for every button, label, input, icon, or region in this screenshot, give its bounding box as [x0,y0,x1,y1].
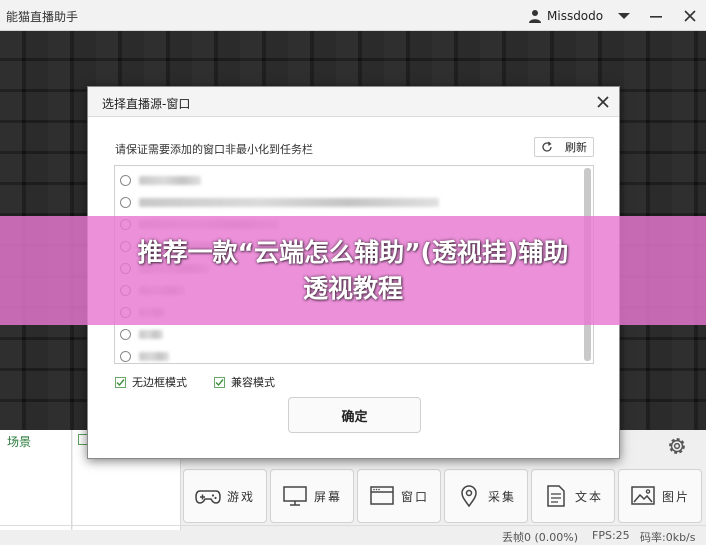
username: Missdodo [547,9,604,23]
blurred-window-title [139,351,169,361]
status-bar: 丢帧0 (0.00%) FPS:25 码率:0kb/s [0,525,706,545]
list-item[interactable] [120,194,439,210]
blurred-window-title [139,175,201,185]
gamepad-icon [195,490,221,504]
text-doc-icon [547,485,565,507]
source-button-image[interactable]: 图片 [618,469,702,523]
source-button-label: 屏幕 [313,489,342,504]
blurred-window-title [139,197,439,207]
blurred-window-title [139,329,163,339]
refresh-label: 刷新 [565,141,587,154]
monitor-icon [283,486,307,506]
title-bar: 能猫直播助手 Missdodo [0,0,706,31]
compat-label: 兼容模式 [231,376,275,389]
check-icon [116,378,125,386]
list-item[interactable] [120,326,163,342]
source-button-screen[interactable]: 屏幕 [270,469,354,523]
banner-line-2: 透视教程 [302,273,403,303]
source-button-label: 图片 [661,489,690,504]
bitrate-readout: 码率:0kb/s [640,531,696,544]
confirm-button[interactable]: 确定 [288,397,421,433]
source-button-capture[interactable]: 采集 [444,469,528,523]
app-title: 能猫直播助手 [6,10,79,24]
list-item[interactable] [120,172,201,188]
minimize-icon[interactable] [649,9,663,23]
scene-label: 场景 [7,435,32,449]
image-icon [631,486,655,505]
source-button-game[interactable]: 游戏 [183,469,267,523]
compat-checkbox[interactable] [214,376,225,388]
promo-banner: 推荐一款“云端怎么辅助”(透视挂)辅助 透视教程 [0,216,706,325]
check-icon [215,378,224,386]
borderless-option[interactable]: 无边框模式 [115,374,187,390]
close-icon[interactable] [596,95,610,109]
dropped-frames: 丢帧0 (0.00%) [502,531,579,544]
close-icon[interactable] [683,9,697,23]
user-icon [529,10,541,23]
source-button-label: 采集 [487,489,516,504]
source-button-text[interactable]: 文本 [531,469,615,523]
source-button-label: 文本 [574,489,603,504]
banner-line-1: 推荐一款“云端怎么辅助”(透视挂)辅助 [137,237,569,267]
source-button-label: 窗口 [400,489,429,504]
radio-button[interactable] [120,196,131,208]
window-icon [370,486,394,505]
refresh-button[interactable]: 刷新 [534,137,594,157]
borderless-checkbox[interactable] [115,376,126,388]
instruction-text: 请保证需要添加的窗口非最小化到任务栏 [115,143,313,156]
gear-icon[interactable] [666,435,688,457]
scene-list[interactable]: 场景 [0,430,72,530]
borderless-label: 无边框模式 [132,376,187,389]
location-pin-icon [461,485,477,508]
radio-button[interactable] [120,174,131,186]
chevron-down-icon[interactable] [617,11,631,21]
source-button-window[interactable]: 窗口 [357,469,441,523]
user-area[interactable]: Missdodo [528,7,706,25]
compat-option[interactable]: 兼容模式 [214,374,275,390]
refresh-icon [542,141,552,152]
list-item[interactable] [120,348,169,363]
dialog-title: 选择直播源-窗口 [102,97,191,111]
source-button-label: 游戏 [226,489,255,504]
fps-readout: FPS:25 [592,529,630,542]
dialog-header: 选择直播源-窗口 [88,87,619,117]
radio-button[interactable] [120,328,131,340]
radio-button[interactable] [120,350,131,362]
